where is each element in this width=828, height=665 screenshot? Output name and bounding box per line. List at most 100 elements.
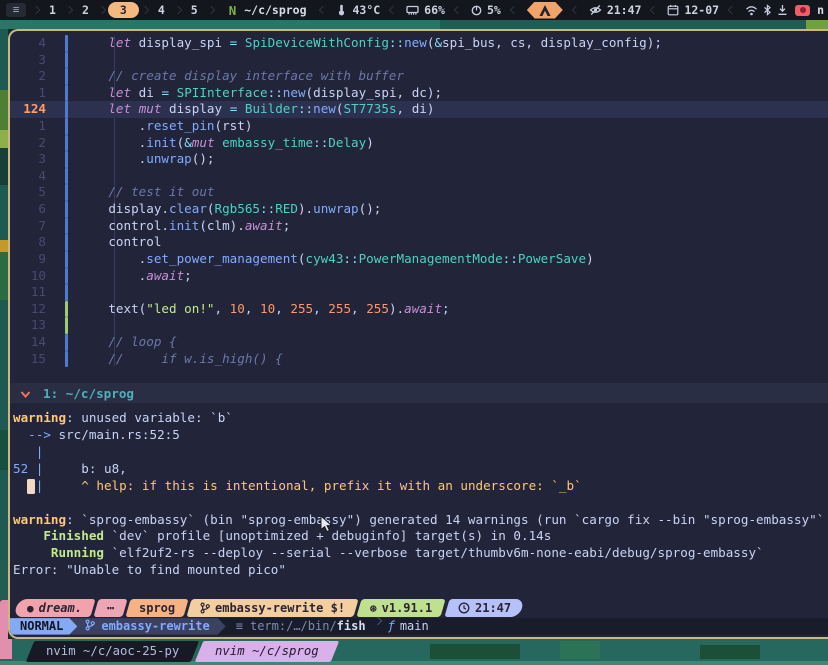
line-number: 1 [10,85,46,102]
code-line[interactable]: 8 control [10,234,828,251]
eye-slash-icon [589,4,602,16]
clock-module[interactable]: 21:47 [589,3,642,17]
line-number: 8 [10,234,46,251]
gutter-sign [46,101,70,118]
git-sign-bar [65,234,68,251]
chevron-separator-icon [572,6,580,14]
launcher-hexagon-icon[interactable] [527,2,563,19]
calendar-icon [667,4,679,16]
line-number: 11 [10,284,46,301]
topbar-window-1[interactable]: 1 [40,3,65,17]
code-line[interactable]: 5 // test it out [10,184,828,201]
terminal-panel-header[interactable]: 1: ~/c/sprog [10,383,828,403]
prompt-label: 21:47 [475,601,511,615]
git-sign-bar [65,351,68,368]
prompt-label: sprog [139,601,175,615]
statusline: NORMAL embassy-rewrite ≡ term:/…/bin/fis… [10,618,828,635]
git-sign-bar [65,101,68,118]
chevron-separator-icon [510,6,518,14]
topbar-window-3[interactable]: 3 [108,2,139,18]
editor-code-area[interactable]: 4 let display_spi = SpiDeviceWithConfig:… [10,31,828,367]
code-line[interactable]: 6 display.clear(Rgb565::RED).unwrap(); [10,201,828,218]
git-branch-icon [200,602,210,614]
date-module[interactable]: 12-07 [667,3,719,17]
code-text: // create display interface with buffer [78,68,404,85]
chevron-separator-icon [65,6,73,14]
chevron-right-icon [373,617,381,625]
code-line[interactable]: 3 [10,52,828,69]
line-number: 2 [10,68,46,85]
terminal-cursor [27,479,35,494]
statusline-buffer-name[interactable]: ≡ term:/…/bin/fish [236,618,366,635]
code-text: let display_spi = SpiDeviceWithConfig::n… [78,35,662,52]
code-line[interactable]: 3 .unwrap(); [10,151,828,168]
cpu-module[interactable]: 5% [471,3,501,17]
temperature-module[interactable]: 43°C [336,3,380,17]
rust-gear-icon: ⊛ [370,602,377,615]
topbar-window-4[interactable]: 4 [149,3,174,17]
git-sign-bar [65,68,68,85]
code-line[interactable]: 10 .await; [10,268,828,285]
git-sign-bar [65,151,68,168]
code-text: // test it out [78,184,215,201]
code-text: let di = SPIInterface::new(display_spi, … [78,85,442,102]
connectivity-module[interactable] [745,4,788,16]
code-line[interactable]: 124 let mut display = Builder::new(ST773… [10,101,828,118]
code-line[interactable]: 1 .reset_pin(rst) [10,118,828,135]
gutter-sign [46,218,70,235]
topbar-window-5[interactable]: 5 [182,3,207,17]
line-number: 124 [10,101,46,118]
code-line[interactable]: 4 [10,168,828,185]
terminal-line: | [10,444,828,461]
code-line[interactable]: 15 // if w.is_high() { [10,351,828,368]
mouse-pointer-icon [320,516,333,537]
gutter-sign [46,35,70,52]
code-line[interactable]: 9 .set_power_management(cyw43::PowerMana… [10,251,828,268]
git-sign-bar [65,251,68,268]
menu-icon[interactable]: ≡ [6,3,26,17]
function-icon: ƒ [388,619,395,633]
memory-module[interactable]: 66% [406,3,445,17]
terminal-line: --> src/main.rs:52:5 [10,427,828,444]
line-number: 4 [10,35,46,52]
code-line[interactable]: 13 [10,317,828,334]
gutter-sign [46,85,70,102]
code-text: .await; [78,268,192,285]
code-line[interactable]: 11 [10,284,828,301]
panel-title: 1: ~/c/sprog [43,386,134,401]
git-sign-bar [65,218,68,235]
prompt-segment-content: ⋯ [96,599,125,617]
code-line[interactable]: 1 let di = SPIInterface::new(display_spi… [10,85,828,102]
black-circle-icon: ● [27,602,34,615]
gutter-sign [46,201,70,218]
statusline-git-branch[interactable]: embassy-rewrite [69,618,225,635]
topbar-window-2[interactable]: 2 [73,3,98,17]
code-line[interactable]: 7 control.init(clm).await; [10,218,828,235]
mode-indicator: NORMAL [10,618,77,635]
gutter-sign [46,351,70,368]
code-line[interactable]: 2 .init(&mut embassy_time::Delay) [10,135,828,152]
code-line[interactable]: 4 let display_spi = SpiDeviceWithConfig:… [10,35,828,52]
gutter-sign [46,334,70,351]
line-number: 3 [10,151,46,168]
code-line[interactable]: 12 text("led on!", 10, 10, 255, 255, 255… [10,301,828,318]
terminal-line: | ^ help: if this is intentional, prefix… [10,478,828,495]
line-number: 9 [10,251,46,268]
screen-record-icon[interactable] [795,5,810,16]
code-text: // if w.is_high() { [78,351,283,368]
code-line[interactable]: 2 // create display interface with buffe… [10,68,828,85]
gutter-sign [46,184,70,201]
tab-active[interactable]: nvim ~/c/sprog [195,641,339,662]
chevron-separator-icon [319,6,327,14]
chevron-separator-icon [174,6,182,14]
thermometer-icon [336,4,347,16]
git-sign-bar [65,135,68,152]
bluetooth-icon [763,4,772,16]
screen: ≡ 12345 N ~/c/sprog 43°C 66% 5% [0,0,828,665]
tab-inactive[interactable]: nvim ~/c/aoc-25-py [26,641,200,662]
terminal-line: Running `elf2uf2-rs --deploy --serial --… [10,545,828,562]
git-branch-icon [85,619,95,634]
code-line[interactable]: 14 // loop { [10,334,828,351]
terminal-line: Error: "Unable to find mounted pico" [10,562,828,579]
prompt-dir-segment: sprog [126,599,189,617]
